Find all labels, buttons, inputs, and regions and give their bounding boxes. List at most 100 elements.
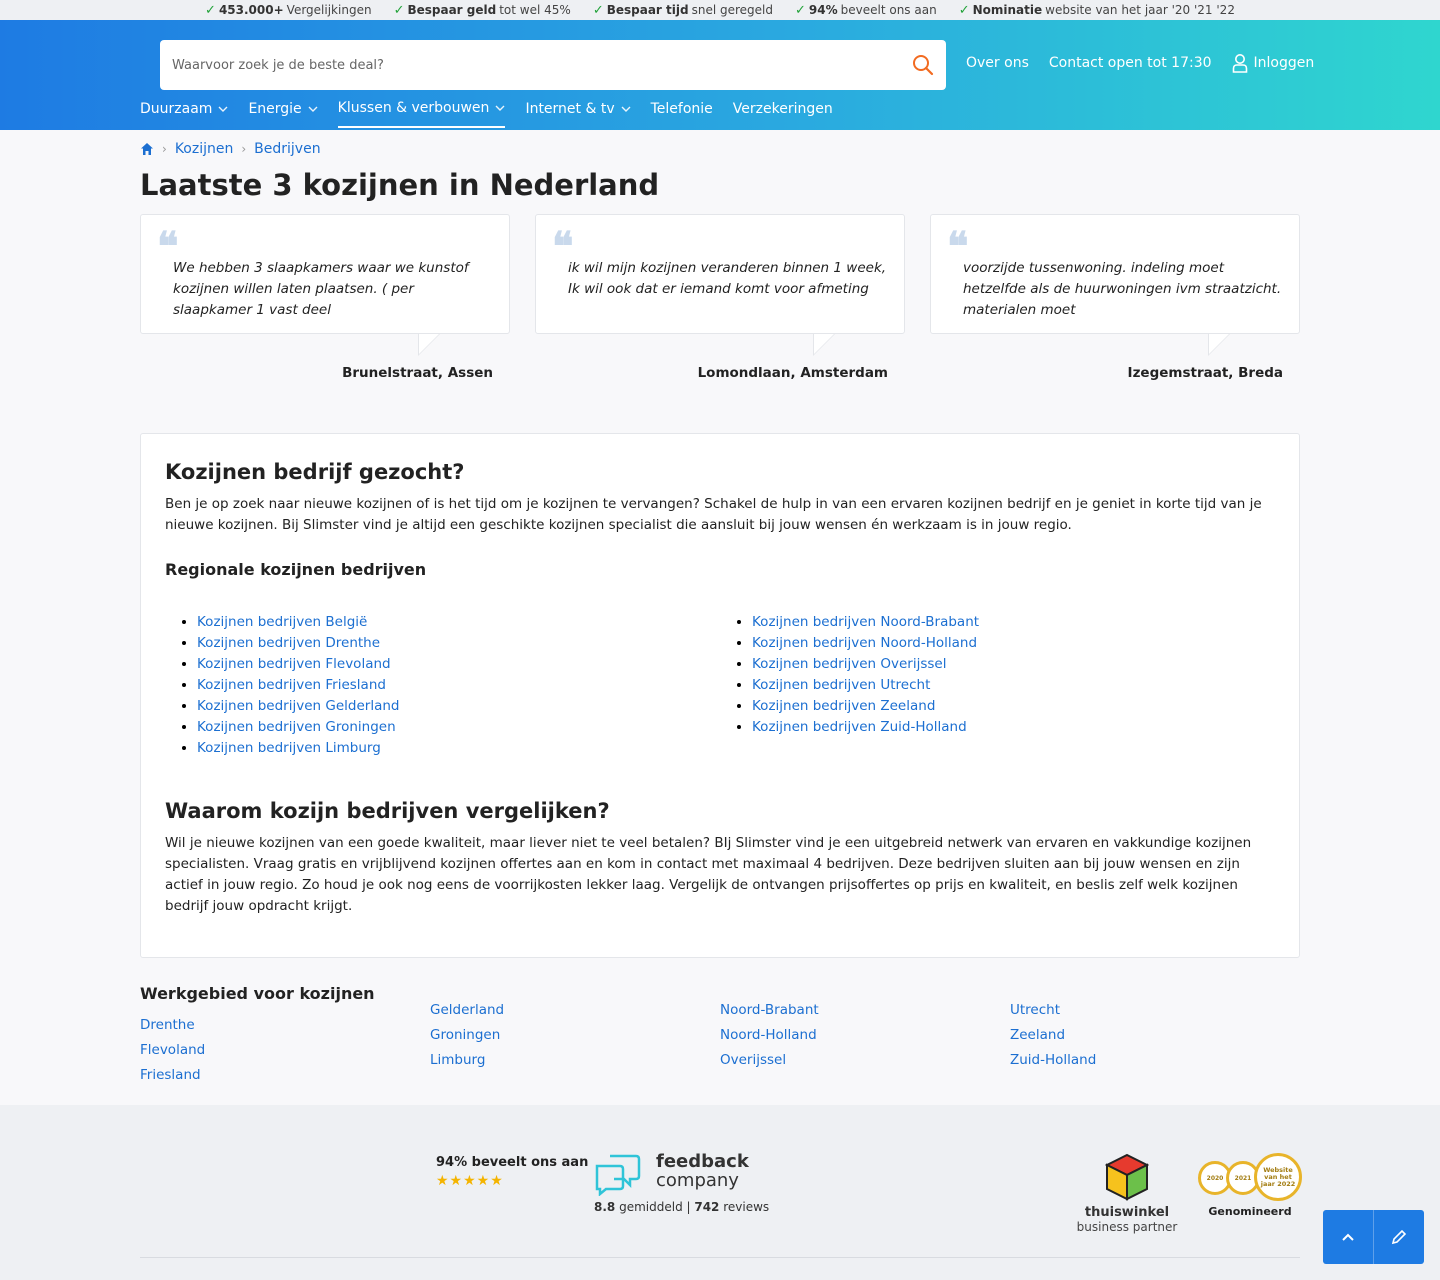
area-column: Gelderland Groningen Limburg [430, 984, 720, 1086]
search-icon[interactable] [912, 54, 934, 76]
area-link[interactable]: Zuid-Holland [1010, 1050, 1300, 1071]
area-link[interactable]: Overijssel [720, 1050, 1010, 1071]
breadcrumb-bedrijven[interactable]: Bedrijven [254, 141, 320, 157]
chevron-down-icon [495, 105, 505, 111]
region-link[interactable]: Kozijnen bedrijven Overijssel [752, 656, 946, 672]
nav-item-duurzaam[interactable]: Duurzaam [140, 100, 228, 128]
feedback-company-logo[interactable]: feedback company [594, 1151, 749, 1197]
area-link[interactable]: Groningen [430, 1025, 720, 1046]
list-item: Kozijnen bedrijven Noord-Holland [752, 633, 1275, 654]
usp-item: ✓ Bespaar tijd snel geregeld [593, 3, 773, 18]
info-heading: Kozijnen bedrijf gezocht? [165, 460, 465, 484]
region-link[interactable]: Kozijnen bedrijven Zuid-Holland [752, 719, 967, 735]
chevron-up-icon [1342, 1233, 1354, 1241]
search-input[interactable] [172, 57, 912, 73]
usp-bold: Bespaar geld [407, 3, 497, 17]
review-card: ❝ ik wil mijn kozijnen veranderen binnen… [535, 214, 905, 356]
site-header: Over ons Contact open tot 17:30 Inloggen… [0, 20, 1440, 130]
awards: 2020 2021 Website van het jaar 2022 Geno… [1198, 1153, 1302, 1218]
login-link[interactable]: Inloggen [1232, 53, 1315, 73]
feedback-word: feedback [656, 1151, 749, 1172]
about-link[interactable]: Over ons [966, 55, 1029, 71]
contact-link[interactable]: Contact open tot 17:30 [1049, 55, 1212, 71]
list-item: Kozijnen bedrijven Zeeland [752, 696, 1275, 717]
review-text: voorzijde tussenwoning. indeling moet he… [963, 260, 1282, 318]
chevron-right-icon: › [241, 142, 247, 156]
review-author: Brunelstraat, Assen [342, 365, 493, 381]
chevron-down-icon [308, 106, 318, 112]
main-nav: Duurzaam Energie Klussen & verbouwen Intern… [140, 100, 833, 128]
area-link[interactable]: Drenthe [140, 1015, 430, 1036]
breadcrumb-kozijnen[interactable]: Kozijnen [175, 141, 234, 157]
chevron-down-icon [218, 106, 228, 112]
nav-item-internet-tv[interactable]: Internet & tv [525, 100, 631, 128]
scroll-top-button[interactable] [1323, 1210, 1373, 1264]
werkgebied: Werkgebied voor kozijnen Drenthe Flevoland… [140, 984, 1300, 1086]
area-link[interactable]: Flevoland [140, 1040, 430, 1061]
nav-item-verzekeringen[interactable]: Verzekeringen [733, 100, 833, 128]
nav-item-klussen-verbouwen[interactable]: Klussen & verbouwen [337, 100, 506, 128]
list-item: Kozijnen bedrijven Limburg [197, 738, 720, 759]
area-column: Noord-Brabant Noord-Holland Overijssel [720, 984, 1010, 1086]
footer: 94% beveelt ons aan ★★★★★ feedback compa… [0, 1105, 1440, 1280]
region-link[interactable]: Kozijnen bedrijven Zeeland [752, 698, 935, 714]
nav-item-energie[interactable]: Energie [248, 100, 318, 128]
region-link[interactable]: Kozijnen bedrijven Groningen [197, 719, 396, 735]
star-rating: ★★★★★ [436, 1173, 504, 1189]
area-link[interactable]: Utrecht [1010, 1000, 1300, 1021]
area-link[interactable]: Noord-Holland [720, 1025, 1010, 1046]
list-item: Kozijnen bedrijven Gelderland [197, 696, 720, 717]
company-word: company [656, 1170, 739, 1191]
nav-item-telefonie[interactable]: Telefonie [651, 100, 713, 128]
award-medal: Website van het jaar 2022 [1254, 1153, 1302, 1201]
region-link[interactable]: Kozijnen bedrijven Gelderland [197, 698, 399, 714]
list-item: Kozijnen bedrijven Friesland [197, 675, 720, 696]
area-column: Utrecht Zeeland Zuid-Holland [1010, 984, 1300, 1086]
search-bar[interactable] [160, 40, 946, 90]
review-card: ❝ We hebben 3 slaapkamers waar we kunsto… [140, 214, 510, 356]
review-text: ik wil mijn kozijnen veranderen binnen 1… [568, 260, 887, 297]
pencil-icon [1391, 1229, 1407, 1245]
usp-bold: 453.000+ [218, 3, 284, 17]
usp-bold: Nominatie [972, 3, 1043, 17]
review: ❝ ik wil mijn kozijnen veranderen binnen… [535, 214, 905, 381]
reviews-label: reviews [723, 1200, 770, 1214]
region-link[interactable]: Kozijnen bedrijven Drenthe [197, 635, 380, 651]
region-link[interactable]: Kozijnen bedrijven Utrecht [752, 677, 930, 693]
area-link[interactable]: Zeeland [1010, 1025, 1300, 1046]
usp-text: website van het jaar '20 '21 '22 [1045, 3, 1235, 17]
region-link[interactable]: Kozijnen bedrijven Flevoland [197, 656, 391, 672]
review-author: Lomondlaan, Amsterdam [697, 365, 888, 381]
info-paragraph: Ben je op zoek naar nieuwe kozijnen of i… [165, 496, 1262, 533]
region-link[interactable]: Kozijnen bedrijven Noord-Brabant [752, 614, 979, 630]
login-label: Inloggen [1253, 55, 1315, 71]
usp-text: beveelt ons aan [840, 3, 937, 17]
nav-label: Telefonie [650, 101, 713, 117]
floating-actions [1323, 1210, 1424, 1264]
chevron-right-icon: › [162, 142, 167, 156]
nav-label: Duurzaam [140, 101, 213, 117]
edit-button[interactable] [1373, 1210, 1424, 1264]
thuiswinkel-logo[interactable]: thuiswinkel business partner [1076, 1153, 1178, 1234]
region-link[interactable]: Kozijnen bedrijven Noord-Holland [752, 635, 977, 651]
area-link[interactable]: Noord-Brabant [720, 1000, 1010, 1021]
region-link[interactable]: Kozijnen bedrijven Limburg [197, 740, 381, 756]
quote-icon: ❝ [157, 223, 179, 270]
review: ❝ We hebben 3 slaapkamers waar we kunsto… [140, 214, 510, 381]
area-link[interactable]: Friesland [140, 1065, 430, 1086]
list-item: Kozijnen bedrijven Flevoland [197, 654, 720, 675]
feedback-stats: 8.8 gemiddeld | 742 reviews [594, 1200, 770, 1214]
quote-icon: ❝ [947, 223, 969, 270]
speech-tail [1209, 334, 1229, 354]
werkgebied-title: Werkgebied voor kozijnen [140, 984, 375, 1003]
area-link[interactable]: Gelderland [430, 1000, 720, 1021]
region-link[interactable]: Kozijnen bedrijven België [197, 614, 367, 630]
area-link[interactable]: Limburg [430, 1050, 720, 1071]
rating-text: 94% beveelt ons aan [436, 1155, 589, 1170]
thuiswinkel-name: thuiswinkel [1084, 1205, 1170, 1220]
region-link[interactable]: Kozijnen bedrijven Friesland [197, 677, 386, 693]
info-box: Kozijnen bedrijf gezocht? Ben je op zoek… [140, 433, 1300, 958]
speech-tail [419, 334, 439, 354]
home-icon[interactable] [140, 142, 154, 156]
breadcrumb: › Kozijnen › Bedrijven [140, 140, 1300, 158]
